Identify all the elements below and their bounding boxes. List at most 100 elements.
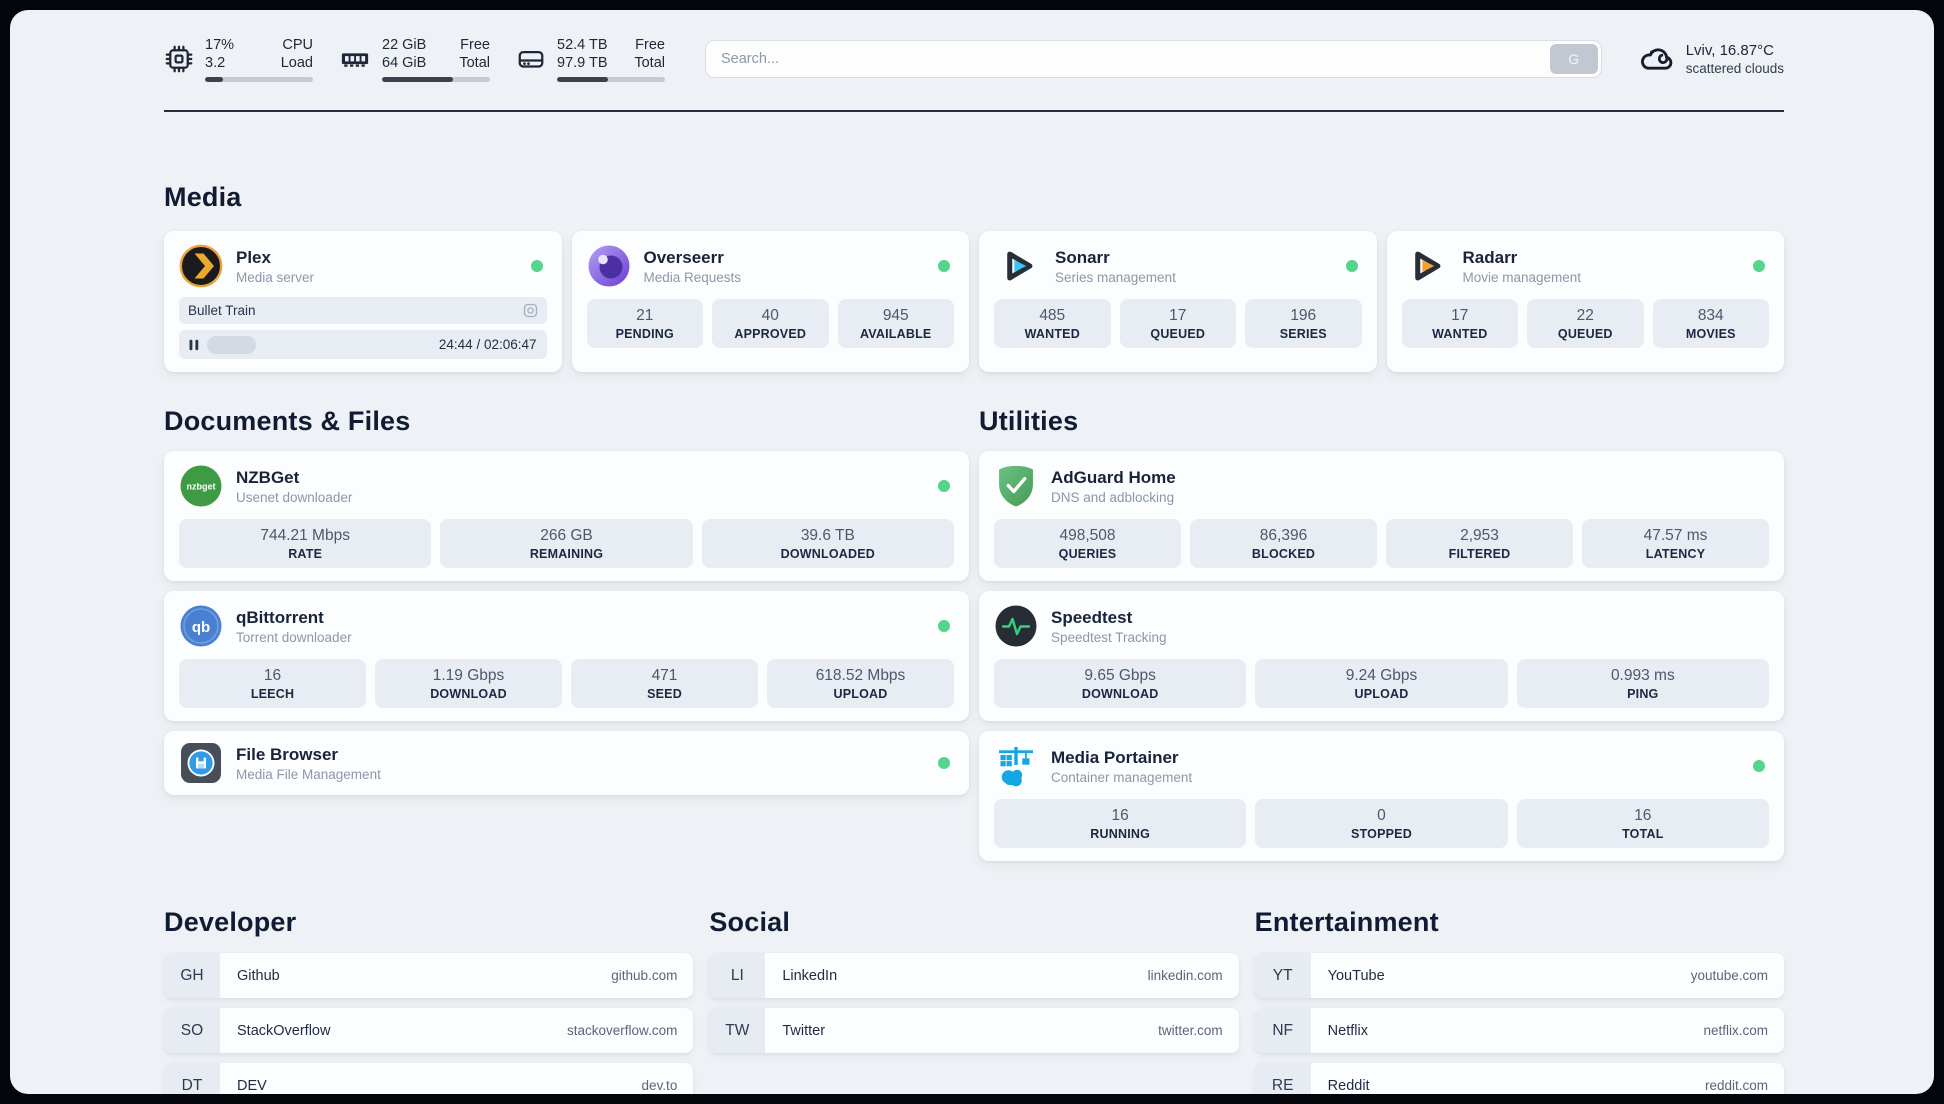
bookmark-abbr: NF <box>1254 1008 1311 1053</box>
stat-approved: 40 APPROVED <box>712 299 829 348</box>
documents-column: Documents & Files nzbget NZBGet Usenet d… <box>164 406 969 861</box>
disk-total: 97.9 TB <box>557 55 608 71</box>
stat-rate: 744.21 Mbps RATE <box>179 519 432 568</box>
section-title-social: Social <box>709 907 791 937</box>
stat-downloaded: 39.6 TB DOWNLOADED <box>701 519 954 568</box>
memory-label-2: Total <box>459 55 490 71</box>
section-title-developer: Developer <box>164 907 297 937</box>
memory-label-1: Free <box>460 37 490 53</box>
status-dot <box>1345 260 1358 272</box>
stat-latency: 47.57 ms LATENCY <box>1582 519 1769 568</box>
cpu-icon <box>165 45 193 73</box>
qbittorrent-icon: qb <box>180 605 222 647</box>
app-subtitle: Movie management <box>1462 269 1582 285</box>
bookmark-reddit[interactable]: RE Reddit reddit.com <box>1254 1063 1784 1094</box>
bookmarks-developer: Developer GH Github github.com SO StackO… <box>164 907 694 1094</box>
stat-queued: 17 QUEUED <box>1119 299 1236 348</box>
stat-movies: 834 MOVIES <box>1652 299 1769 348</box>
stat-pending: 21 PENDING <box>586 299 703 348</box>
portainer-icon <box>999 747 1033 787</box>
app-name: File Browser <box>236 744 339 764</box>
stat-upload: 618.52 Mbps UPLOAD <box>767 659 954 708</box>
bookmark-abbr: SO <box>164 1008 220 1053</box>
section-title-entertainment: Entertainment <box>1254 907 1439 937</box>
app-subtitle: Media File Management <box>236 766 381 782</box>
stat-blocked: 86,396 BLOCKED <box>1190 519 1377 568</box>
disk-progress-bar <box>557 77 665 82</box>
app-card-qbittorrent[interactable]: qb qBittorrent Torrent downloader 16 LEEC… <box>164 591 969 721</box>
plex-icon <box>179 244 223 288</box>
bookmark-url: netflix.com <box>1703 1023 1768 1038</box>
stat-wanted: 485 WANTED <box>994 299 1111 348</box>
app-card-radarr[interactable]: Radarr Movie management 17 WANTED 22 QUEUE… <box>1386 231 1784 372</box>
app-card-portainer[interactable]: Media Portainer Container management 16 R… <box>979 731 1784 861</box>
app-name: NZBGet <box>236 467 300 487</box>
app-name: qBittorrent <box>236 607 324 627</box>
app-subtitle: Torrent downloader <box>236 629 352 645</box>
dashboard-page: 17% 3.2 CPU Load 22 GiB 64 GiB Free Tota… <box>10 10 1934 1094</box>
app-subtitle: Series management <box>1055 269 1176 285</box>
memory-progress-bar <box>382 77 490 82</box>
status-dot <box>938 620 950 632</box>
bookmark-url: youtube.com <box>1690 968 1768 983</box>
memory-total: 64 GiB <box>382 55 427 71</box>
radarr-icon <box>1414 251 1440 281</box>
weather-widget: Lviv, 16.87°C scattered clouds <box>1636 41 1784 77</box>
memory-widget: 22 GiB 64 GiB Free Total <box>339 36 490 82</box>
search-bar: G <box>705 40 1602 78</box>
bookmark-name: Github <box>237 967 280 984</box>
bookmark-stackoverflow[interactable]: SO StackOverflow stackoverflow.com <box>164 1008 694 1053</box>
app-card-plex[interactable]: Plex Media server Bullet Train 24:44 / 0… <box>164 231 562 372</box>
stat-seed: 471 SEED <box>571 659 758 708</box>
section-title-media: Media <box>164 182 242 212</box>
app-card-filebrowser[interactable]: File Browser Media File Management <box>164 731 969 795</box>
header-divider <box>164 110 1784 112</box>
app-card-nzbget[interactable]: nzbget NZBGet Usenet downloader 744.21 M… <box>164 451 969 581</box>
cpu-label-2: Load <box>280 55 313 71</box>
resource-widgets: 17% 3.2 CPU Load 22 GiB 64 GiB Free Tota… <box>164 36 665 82</box>
stat-queued: 22 QUEUED <box>1527 299 1644 348</box>
app-card-overseerr[interactable]: Overseerr Media Requests 21 PENDING 40 APP… <box>571 231 969 372</box>
app-subtitle: Usenet downloader <box>236 489 353 505</box>
filebrowser-icon <box>181 743 221 783</box>
bookmark-abbr: GH <box>164 953 220 998</box>
app-card-adguard[interactable]: AdGuard Home DNS and adblocking 498,508 Q… <box>979 451 1784 581</box>
weather-location-temp: Lviv, 16.87°C <box>1685 42 1774 59</box>
bookmark-name: StackOverflow <box>237 1022 331 1039</box>
app-subtitle: Speedtest Tracking <box>1051 629 1167 645</box>
cloud-icon <box>1640 48 1672 70</box>
app-name: Speedtest <box>1051 607 1133 627</box>
disk-icon <box>518 51 544 68</box>
status-dot <box>1753 260 1765 272</box>
app-card-sonarr[interactable]: Sonarr Series management 485 WANTED 17 QUE… <box>979 231 1377 372</box>
now-playing-row: Bullet Train <box>179 297 547 324</box>
bookmark-url: reddit.com <box>1704 1078 1768 1093</box>
pause-icon[interactable] <box>187 338 201 352</box>
bookmark-twitter[interactable]: TW Twitter twitter.com <box>709 1008 1239 1053</box>
bookmark-linkedin[interactable]: LI LinkedIn linkedin.com <box>709 953 1239 998</box>
section-title-documents: Documents & Files <box>164 406 411 436</box>
search-engine-button[interactable]: G <box>1549 44 1598 74</box>
status-dot <box>938 757 950 769</box>
app-name: Sonarr <box>1055 247 1110 267</box>
app-name: Media Portainer <box>1051 747 1179 767</box>
status-dot <box>938 260 950 272</box>
app-card-speedtest[interactable]: Speedtest Speedtest Tracking 9.65 Gbps DO… <box>979 591 1784 721</box>
search-input[interactable] <box>709 51 1550 67</box>
bookmark-netflix[interactable]: NF Netflix netflix.com <box>1254 1008 1784 1053</box>
bookmark-abbr: TW <box>709 1008 766 1053</box>
app-name: Plex <box>236 247 271 267</box>
disk-label-1: Free <box>635 37 665 53</box>
player-progress-row: 24:44 / 02:06:47 <box>179 330 547 359</box>
session-icon <box>523 303 537 318</box>
utilities-column: Utilities AdGuard Home DNS and adblockin… <box>979 406 1784 861</box>
cpu-percent: 17% <box>205 37 235 53</box>
stat-wanted: 17 WANTED <box>1401 299 1518 348</box>
bookmark-github[interactable]: GH Github github.com <box>164 953 694 998</box>
bookmark-dev[interactable]: DT DEV dev.to <box>164 1063 694 1094</box>
player-progress-track[interactable] <box>207 335 429 354</box>
stat-running: 16 RUNNING <box>994 799 1247 848</box>
bookmark-youtube[interactable]: YT YouTube youtube.com <box>1254 953 1784 998</box>
app-name: AdGuard Home <box>1051 467 1176 487</box>
bookmark-name: DEV <box>237 1077 267 1094</box>
